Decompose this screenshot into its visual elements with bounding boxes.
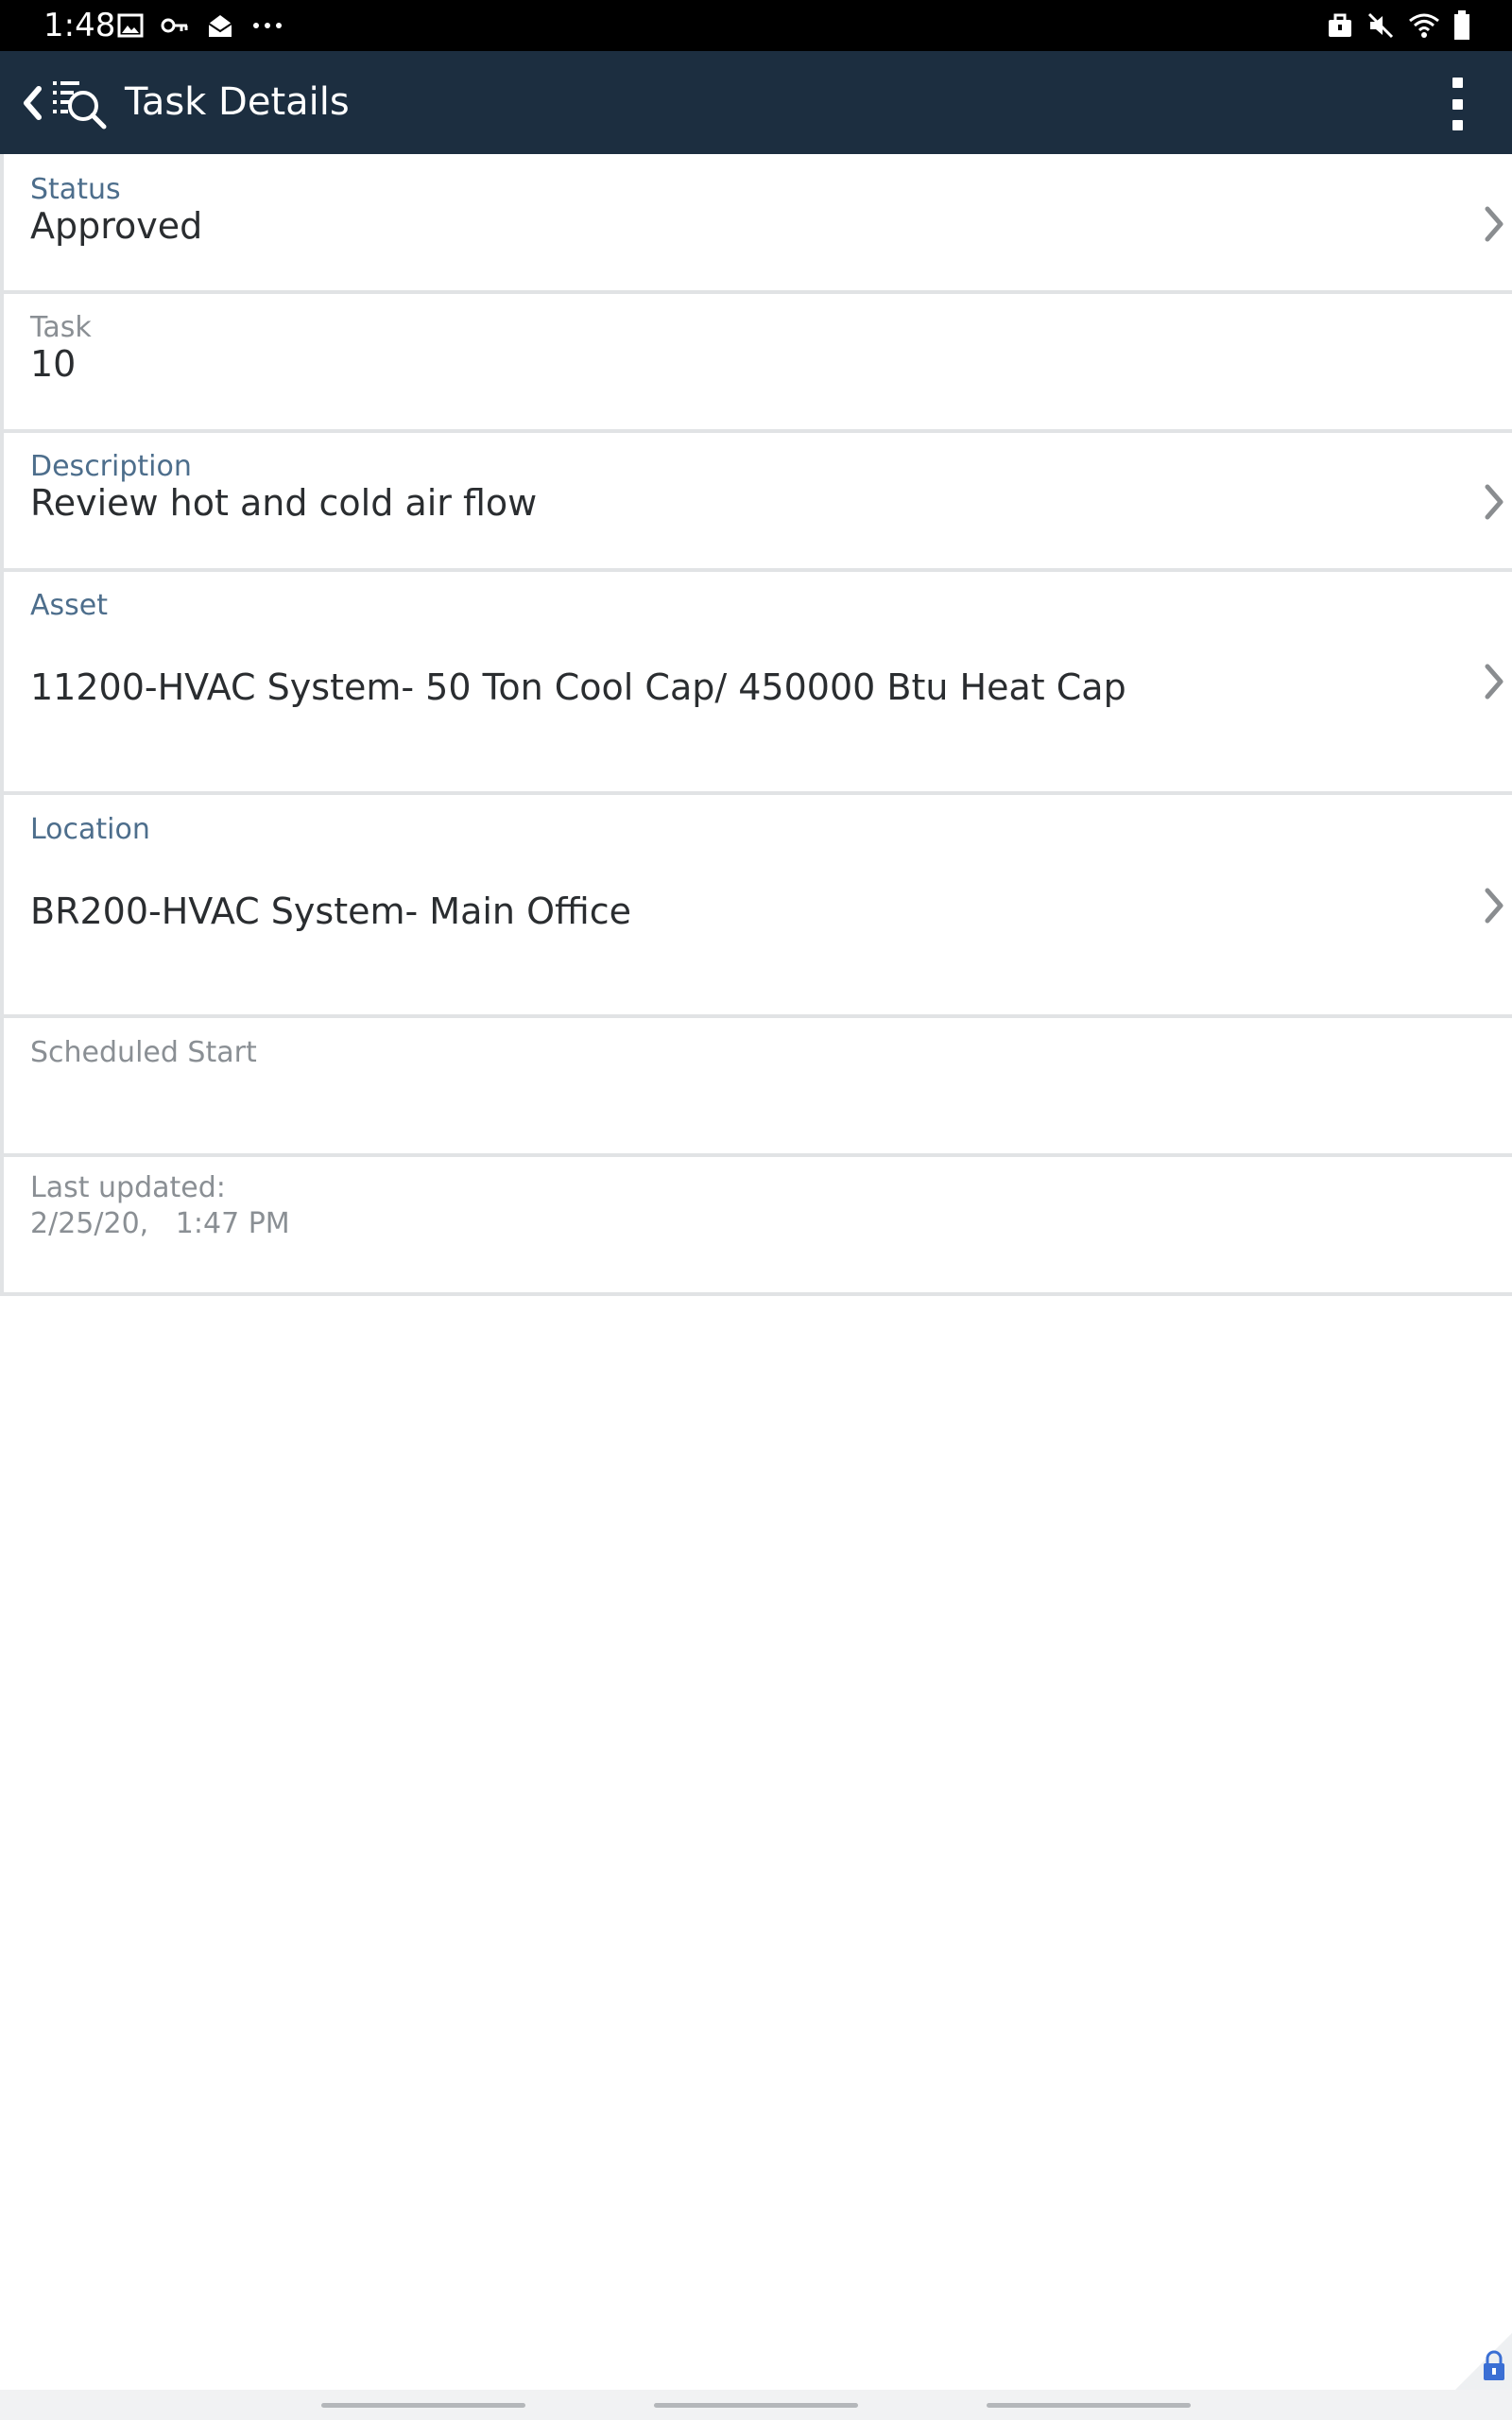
app-header: Task Details: [0, 51, 1512, 154]
battery-icon: [1454, 10, 1469, 40]
system-nav-bar: [0, 2390, 1512, 2420]
back-chevron-icon[interactable]: [19, 81, 45, 125]
field-row-asset[interactable]: Asset 11200-HVAC System- 50 Ton Cool Cap…: [0, 572, 1512, 795]
field-label: Asset: [30, 589, 109, 622]
nav-back-handle[interactable]: [987, 2403, 1191, 2408]
field-row-scheduled-start: Scheduled Start: [0, 1018, 1512, 1157]
chevron-right-icon[interactable]: [1482, 663, 1506, 700]
nav-home-handle[interactable]: [654, 2403, 858, 2408]
briefcase-icon: [1329, 13, 1351, 37]
field-row-description[interactable]: Description Review hot and cold air flow: [0, 433, 1512, 572]
field-label: Task: [30, 311, 92, 344]
wifi-icon: [1409, 13, 1439, 38]
field-label: Status: [30, 173, 121, 206]
field-value: Approved: [30, 205, 203, 247]
chevron-right-icon[interactable]: [1482, 887, 1506, 925]
last-updated-label: Last updated:: [30, 1171, 226, 1204]
overflow-dot: [1452, 98, 1463, 110]
mute-icon: [1367, 12, 1394, 39]
field-row-location[interactable]: Location BR200-HVAC System- Main Office: [0, 795, 1512, 1018]
lock-badge-icon: [1455, 2333, 1512, 2390]
list-search-icon[interactable]: [47, 76, 108, 132]
page-title: Task Details: [125, 80, 350, 124]
more-dots-icon: [253, 23, 282, 28]
system-status-bar: 1:48: [0, 0, 1512, 51]
overflow-dot: [1452, 120, 1463, 130]
last-updated-row: Last updated: 2/25/20, 1:47 PM: [0, 1157, 1512, 1296]
chevron-right-icon[interactable]: [1482, 483, 1506, 521]
image-icon: [117, 13, 144, 38]
field-value: 10: [30, 343, 77, 385]
status-left-icons: [117, 9, 284, 42]
field-label: Location: [30, 813, 150, 846]
last-updated-value: 2/25/20, 1:47 PM: [30, 1207, 290, 1240]
overflow-menu-button[interactable]: [1440, 76, 1474, 132]
field-value: BR200-HVAC System- Main Office: [30, 890, 631, 932]
field-value: Review hot and cold air flow: [30, 482, 538, 524]
mail-open-icon: [208, 15, 232, 37]
field-label: Description: [30, 450, 192, 483]
key-icon: [161, 18, 188, 33]
overflow-dot: [1452, 78, 1463, 88]
field-value: 11200-HVAC System- 50 Ton Cool Cap/ 4500…: [30, 666, 1126, 708]
nav-recents-handle[interactable]: [321, 2403, 525, 2408]
status-right-icons: [1327, 9, 1470, 42]
field-row-task: Task 10: [0, 294, 1512, 433]
chevron-right-icon[interactable]: [1482, 205, 1506, 243]
field-label: Scheduled Start: [30, 1036, 257, 1069]
field-row-status[interactable]: Status Approved: [0, 154, 1512, 294]
status-time: 1:48: [43, 7, 116, 44]
